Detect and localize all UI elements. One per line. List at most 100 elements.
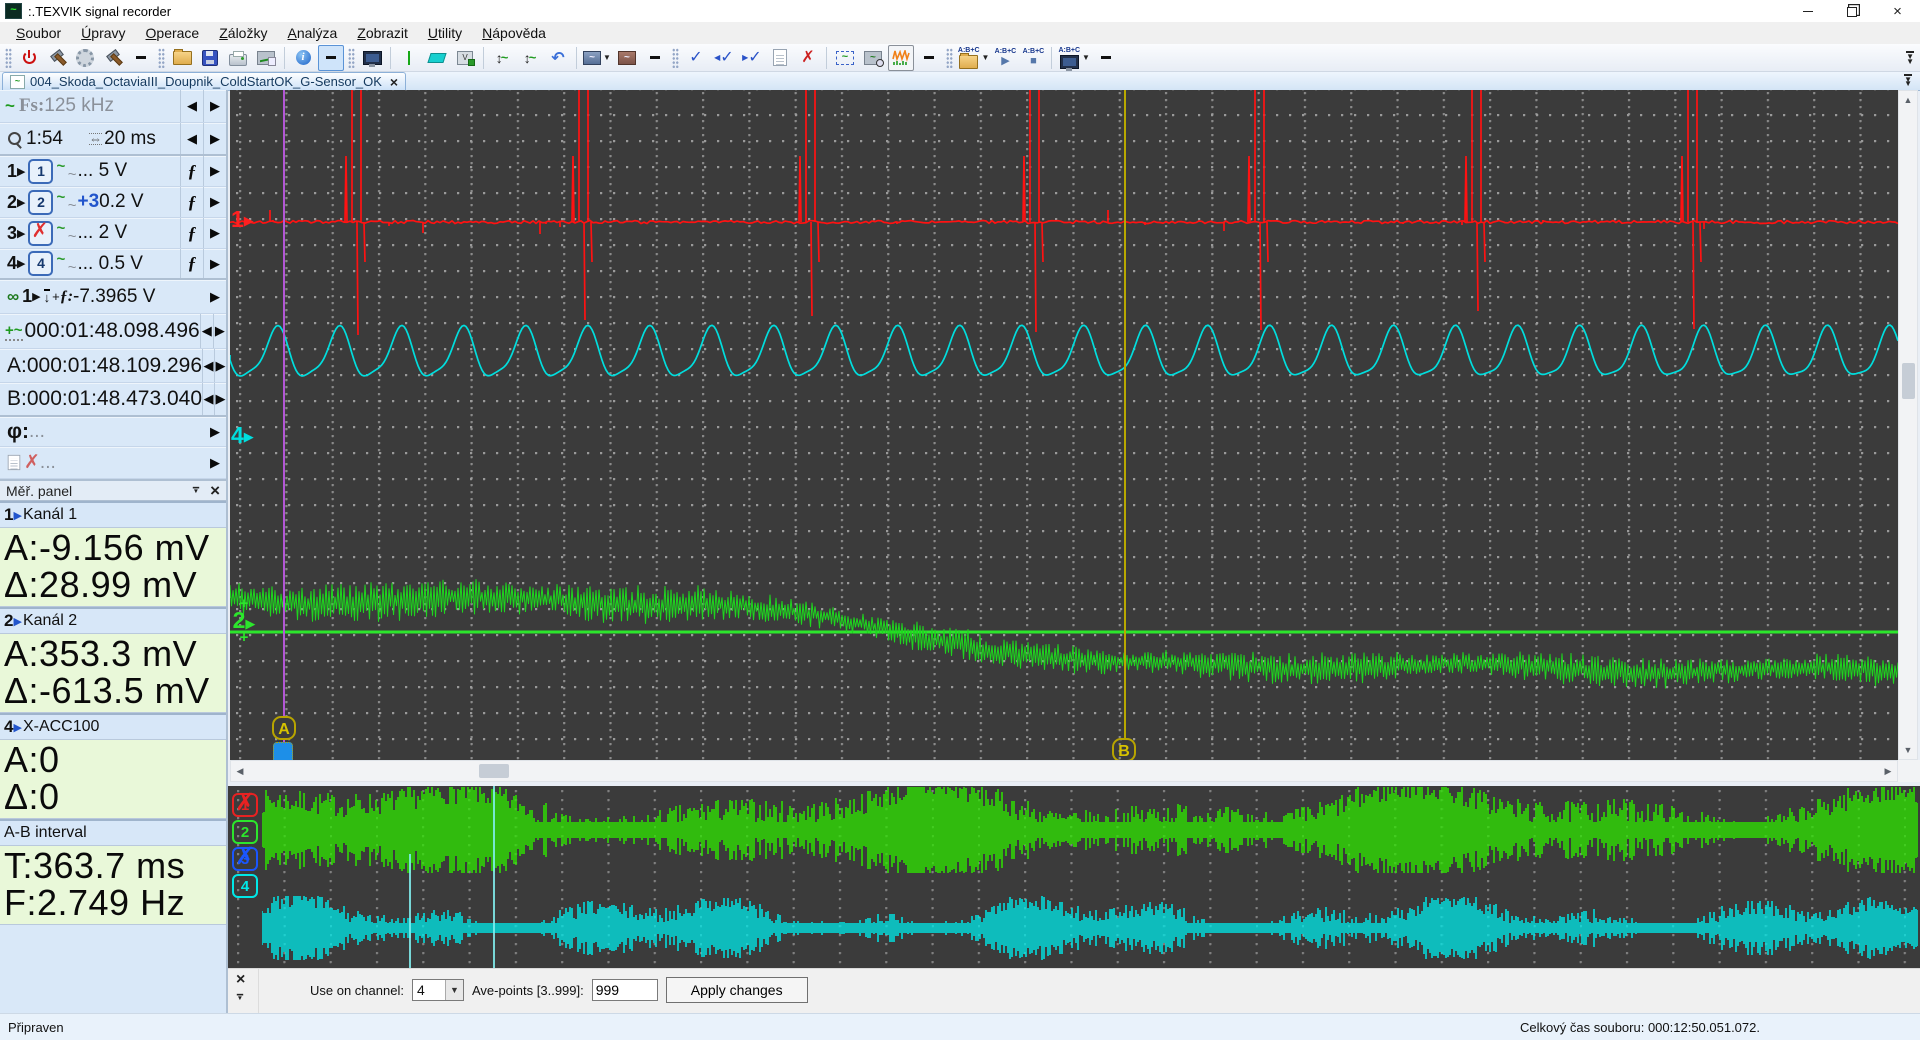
settings-button[interactable] <box>72 45 98 71</box>
zoom-vertical-up-button[interactable]: ↕~ <box>489 45 515 71</box>
math-display-button[interactable]: A:B+C ▼ <box>1057 45 1091 71</box>
overview-channel-3-toggle[interactable]: 3✗ <box>232 847 258 871</box>
phase-row[interactable]: φ: ... ▶ <box>0 417 226 447</box>
measure-group-header-ch2[interactable]: 2▶ Kanál 2 <box>0 607 226 634</box>
horizontal-scroll-thumb[interactable] <box>479 764 509 778</box>
setup-tools-button[interactable] <box>44 45 70 71</box>
overview-channel-1-toggle[interactable]: 1✗ <box>232 793 258 817</box>
coupling-icon[interactable]: ~~ <box>55 192 77 212</box>
minimize-button[interactable] <box>1785 0 1830 22</box>
vertical-scroll-thumb[interactable] <box>1902 363 1915 399</box>
channel-2-row[interactable]: 2▶ 2 ~~ +30.2 V ƒ ▶ <box>0 187 226 218</box>
math-stop-button[interactable]: A:B+C■ <box>1020 45 1046 71</box>
undo-button[interactable]: ↶ <box>545 45 571 71</box>
channel-4-expand-arrow[interactable]: ▶ <box>203 249 226 278</box>
time-position-row[interactable]: +~ 000:01:48.098.496 ◀ ▶ <box>0 314 226 349</box>
use-on-channel-select[interactable]: 4 ▼ <box>412 979 464 1001</box>
channel-3-row[interactable]: 3▶ ~~ ... 2 V ƒ ▶ <box>0 218 226 249</box>
overview-channel-4-toggle[interactable]: 4 <box>232 874 258 898</box>
measure-group-header-ab[interactable]: A-B interval <box>0 819 226 846</box>
phase-expand-arrow[interactable]: ▶ <box>204 417 226 446</box>
marker-expand-arrow[interactable]: ▶ <box>204 447 226 478</box>
scope-view-alt-button[interactable]: ~ <box>614 45 640 71</box>
open-file-button[interactable] <box>169 45 195 71</box>
measure-group-header-ch4[interactable]: 4▶ X-ACC100 <box>0 713 226 740</box>
math-open-button[interactable]: A:B+C ▼ <box>957 45 991 71</box>
coupling-icon[interactable]: ~~ <box>55 223 77 243</box>
export-image-button[interactable] <box>253 45 279 71</box>
delete-button[interactable]: ✗ <box>795 45 821 71</box>
collapse-button[interactable] <box>916 45 942 71</box>
scroll-left-arrow[interactable]: ◀ <box>231 762 249 780</box>
tab-close-icon[interactable]: × <box>390 74 398 90</box>
channel-2-expand-arrow[interactable]: ▶ <box>203 187 226 217</box>
falling-edge-icon[interactable]: ↓ <box>44 289 51 304</box>
dropdown-arrow-icon[interactable]: ▼ <box>1082 53 1090 62</box>
scroll-up-arrow[interactable]: ▲ <box>1899 91 1917 109</box>
cursor-a-prev-arrow[interactable]: ◀ <box>202 349 214 382</box>
toolbar-grip[interactable] <box>348 48 355 68</box>
zoom-in-arrow[interactable]: ▶ <box>203 123 226 154</box>
math-run-button[interactable]: A:B+C▶ <box>992 45 1018 71</box>
coupling-icon[interactable]: ~~ <box>55 161 77 181</box>
zoom-row[interactable]: 1:54 ⇔ 20 ms ◀ ▶ <box>0 123 226 156</box>
tab-overflow-chevron[interactable]: ▼▼ <box>1904 74 1912 87</box>
toolbar-grip[interactable] <box>672 48 679 68</box>
confirm-button[interactable]: ✓ <box>683 45 709 71</box>
menu-operace[interactable]: Operace <box>136 23 210 43</box>
horizontal-scrollbar[interactable]: ◀ ▶ <box>230 760 1898 782</box>
channel-3-expand-arrow[interactable]: ▶ <box>203 218 226 248</box>
menu-napoveda[interactable]: Nápověda <box>472 23 556 43</box>
panel-close-icon[interactable]: × <box>210 481 220 501</box>
tools-button[interactable] <box>100 45 126 71</box>
toolbar-grip[interactable] <box>5 48 12 68</box>
dropdown-arrow-icon[interactable]: ▼ <box>603 53 611 62</box>
channel-3-badge-disabled[interactable] <box>28 221 53 246</box>
channel-1-badge[interactable]: 1 <box>28 159 53 184</box>
fs-next-arrow[interactable]: ▶ <box>203 90 226 122</box>
fs-prev-arrow[interactable]: ◀ <box>180 90 203 122</box>
collapse-button[interactable] <box>1093 45 1119 71</box>
menu-analyza[interactable]: Analýza <box>277 23 347 43</box>
scope-plot[interactable] <box>230 90 1898 760</box>
selection-zoom-button[interactable]: ~ <box>832 45 858 71</box>
marker-tool-button[interactable] <box>424 45 450 71</box>
display-button[interactable] <box>359 45 385 71</box>
power-button[interactable] <box>16 45 42 71</box>
scroll-down-arrow[interactable]: ▼ <box>1899 741 1917 759</box>
channel-4-marker[interactable]: 4▶ <box>231 424 254 448</box>
channel-3-function-button[interactable]: ƒ <box>180 218 203 248</box>
ave-points-input[interactable] <box>592 979 658 1001</box>
confirm-prev-button[interactable]: ◀✓ <box>711 45 737 71</box>
channel-4-function-button[interactable]: ƒ <box>180 249 203 278</box>
view-toggle-button[interactable] <box>318 45 344 71</box>
apply-changes-button[interactable]: Apply changes <box>666 977 808 1003</box>
menu-utility[interactable]: Utility <box>418 23 472 43</box>
channel-2-badge[interactable]: 2 <box>28 190 53 215</box>
vertical-cursor-button[interactable] <box>396 45 422 71</box>
collapse-button[interactable] <box>128 45 154 71</box>
channel-4-row[interactable]: 4▶ 4 ~~ ... 0.5 V ƒ ▶ <box>0 249 226 280</box>
confirm-next-button[interactable]: ▶✓ <box>739 45 765 71</box>
menu-zobrazit[interactable]: Zobrazit <box>347 23 418 43</box>
zoom-out-arrow[interactable]: ◀ <box>180 123 203 154</box>
channel-1-row[interactable]: 1▶ 1 ~~ ... 5 V ƒ ▶ <box>0 156 226 187</box>
save-button[interactable] <box>197 45 223 71</box>
time-next-arrow[interactable]: ▶ <box>213 314 226 348</box>
marker-row[interactable]: ✗ ... ▶ <box>0 447 226 479</box>
dropdown-arrow-icon[interactable]: ▼ <box>982 53 990 62</box>
menu-upravy[interactable]: Úpravy <box>71 23 135 43</box>
cursor-a-next-arrow[interactable]: ▶ <box>214 349 226 382</box>
info-button[interactable]: i <box>290 45 316 71</box>
zoom-vertical-down-button[interactable]: ↕~ <box>517 45 543 71</box>
tab-recording[interactable]: ~ 004_Skoda_OctaviaIII_Doupnik_ColdStart… <box>2 72 406 90</box>
cursor-b-row[interactable]: B: 000:01:48.473.040 ◀ ▶ <box>0 383 226 417</box>
collapse-button[interactable] <box>642 45 668 71</box>
checklist-button[interactable] <box>767 45 793 71</box>
cursor-b-prev-arrow[interactable]: ◀ <box>202 383 214 415</box>
select-dropdown-icon[interactable]: ▼ <box>445 980 463 1000</box>
restore-button[interactable] <box>1830 0 1875 22</box>
spikes-view-button[interactable] <box>888 45 914 71</box>
toolbar-overflow-chevron[interactable]: ▼▼ <box>1906 51 1914 64</box>
toolbar-grip[interactable] <box>158 48 165 68</box>
